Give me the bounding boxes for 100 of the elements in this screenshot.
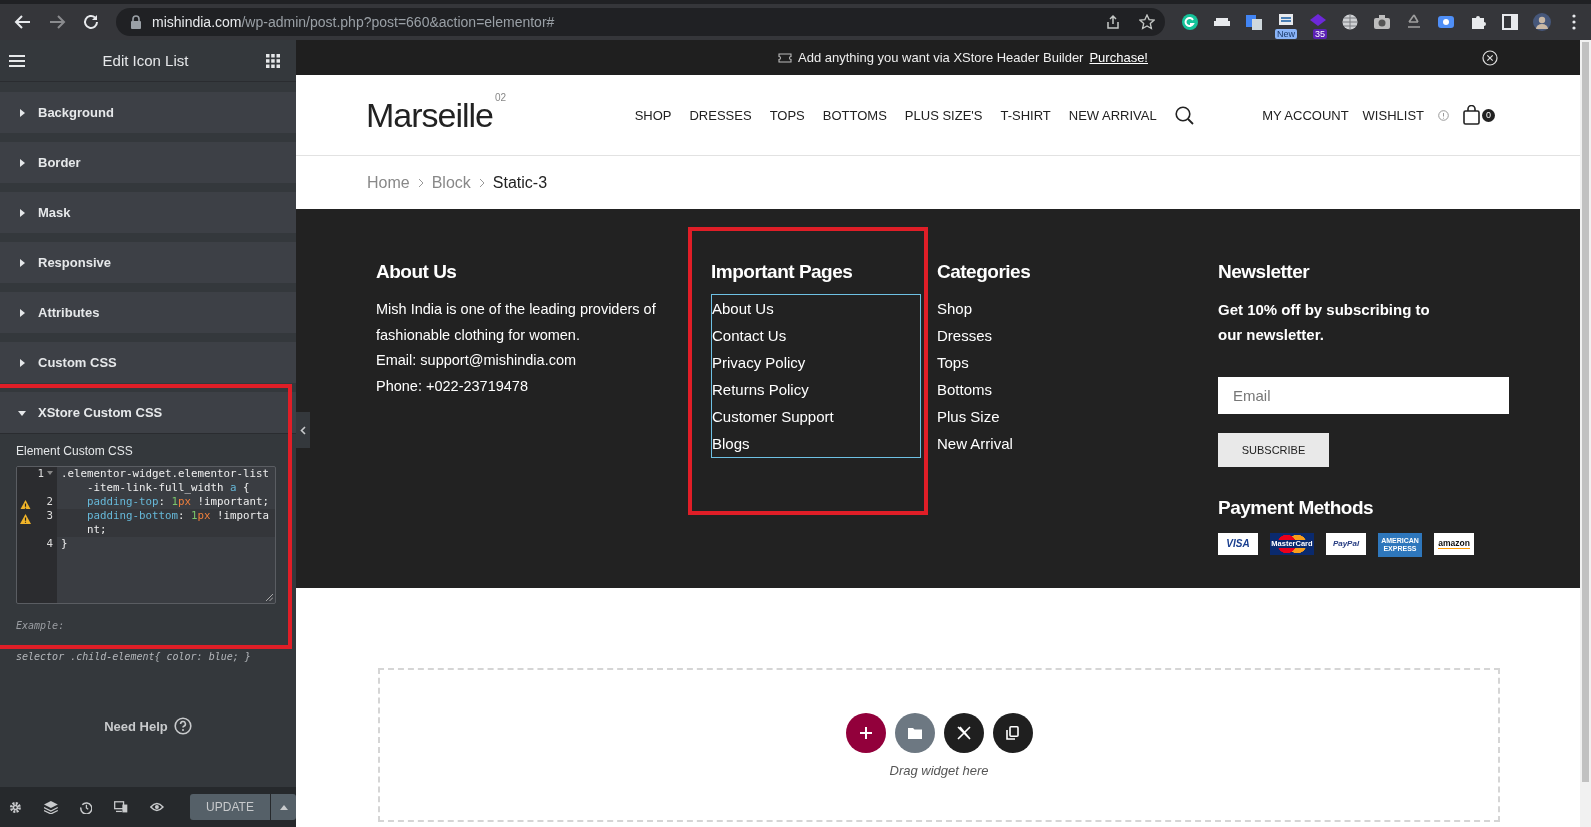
drop-hint: Drag widget here (889, 762, 989, 778)
section-header[interactable]: Background (0, 92, 296, 133)
footer-link[interactable]: About Us (712, 295, 920, 322)
add-template-button[interactable] (894, 712, 935, 753)
screen-icon[interactable] (1437, 13, 1455, 31)
column-heading: Payment Methods (1218, 497, 1375, 519)
history-icon[interactable] (79, 800, 93, 814)
translate-icon[interactable] (1245, 13, 1263, 31)
update-button[interactable]: UPDATE (190, 794, 270, 820)
address-bar[interactable]: mishindia.com/wp-admin/post.php?post=660&action=elementor# (116, 8, 1165, 36)
drop-zone[interactable]: Drag widget here (378, 668, 1500, 822)
column-heading: Categories (937, 261, 1032, 283)
example-label: Example: (16, 620, 66, 631)
nav-link[interactable]: TOPS (769, 107, 805, 123)
help-icon[interactable] (173, 717, 192, 735)
footer-link[interactable]: Plus Size (937, 403, 1218, 430)
line-number: 4 (46, 537, 53, 551)
column-heading: Newsletter (1218, 261, 1311, 283)
line-number: 2 (46, 495, 53, 509)
contact-email: Email: support@mishindia.com (376, 351, 578, 370)
paste-button[interactable] (992, 712, 1033, 753)
puzzle-icon[interactable] (1469, 13, 1487, 31)
purchase-link[interactable]: Purchase! (1089, 50, 1148, 65)
line-number: 3 (46, 509, 53, 523)
caret-icon (18, 358, 26, 367)
section-header[interactable]: Attributes (0, 292, 296, 333)
reload-icon[interactable] (82, 13, 100, 31)
code-line: .elementor-widget.elementor-list-item-link-full_width a { (60, 467, 270, 495)
nav-link[interactable]: PLUS SIZE'S (904, 107, 983, 123)
add-section-button[interactable] (845, 712, 886, 753)
footer-link[interactable]: New Arrival (937, 430, 1218, 457)
caret-icon (18, 208, 26, 217)
ticket-icon (778, 52, 792, 63)
footer-link[interactable]: Dresses (937, 322, 1218, 349)
back-icon[interactable] (14, 13, 32, 31)
line-number: 1 (37, 467, 44, 481)
extension-badge: 35 (1313, 29, 1327, 39)
breadcrumb-link[interactable]: Block (431, 173, 471, 192)
xstore-button[interactable] (943, 712, 984, 753)
breadcrumb-link[interactable]: Home (367, 173, 410, 192)
about-text: Mish India is one of the leading providers of fashionable clothing for women. (376, 300, 657, 345)
grid-icon[interactable] (266, 53, 280, 68)
update-options-button[interactable] (271, 794, 296, 820)
side-panel-icon[interactable] (1501, 13, 1519, 31)
wishlist-link[interactable]: WISHLIST (1362, 107, 1424, 123)
fold-icon[interactable] (47, 471, 53, 476)
caret-icon (279, 804, 288, 810)
eye-icon[interactable] (150, 802, 164, 812)
layers-icon[interactable] (43, 800, 58, 814)
code-editor[interactable]: 1 .elementor-widget.elementor-list-item-link-full_width a { 2 padding-top: 1px !important; 3 padding-bottom: 1px !important; 4 } (16, 466, 276, 604)
footer-link[interactable]: Shop (937, 295, 1218, 322)
chevron-icon (417, 177, 424, 188)
footer-link[interactable]: Contact Us (712, 322, 920, 349)
info-icon (1438, 109, 1449, 121)
nav-link[interactable]: BOTTOMS (822, 107, 887, 123)
forward-icon[interactable] (48, 13, 66, 31)
nav-link[interactable]: DRESSES (689, 107, 752, 123)
camera-icon[interactable] (1373, 13, 1391, 31)
star-icon[interactable] (1139, 14, 1155, 30)
footer-link[interactable]: Tops (937, 349, 1218, 376)
caret-icon (18, 158, 26, 167)
breadcrumb-link[interactable]: Static-3 (492, 173, 548, 192)
avatar-icon[interactable] (1533, 13, 1551, 31)
section-header[interactable]: XStore Custom CSS (0, 392, 296, 434)
close-icon[interactable] (1482, 49, 1498, 66)
footer-link[interactable]: Returns Policy (712, 376, 920, 403)
footer-link[interactable]: Privacy Policy (712, 349, 920, 376)
footer-link[interactable]: Blogs (712, 430, 920, 457)
resize-grip-icon[interactable] (266, 594, 273, 601)
menu-icon[interactable] (9, 53, 25, 68)
copy-icon (1006, 725, 1019, 740)
responsive-icon[interactable] (114, 801, 129, 813)
section-header[interactable]: Responsive (0, 242, 296, 283)
chevron-icon (300, 425, 306, 435)
nav-link[interactable]: NEW ARRIVAL (1068, 107, 1157, 123)
caret-icon (18, 308, 26, 317)
cross-icon (956, 725, 971, 740)
nav-link[interactable]: T-SHIRT (1000, 107, 1051, 123)
search-icon[interactable] (1174, 105, 1194, 125)
section-header[interactable]: Custom CSS (0, 342, 296, 383)
subscribe-button[interactable]: SUBSCRIBE (1218, 433, 1329, 467)
section-header[interactable]: Mask (0, 192, 296, 233)
scrollbar[interactable] (1580, 40, 1591, 827)
settings-icon[interactable] (9, 800, 22, 814)
email-field[interactable]: Email (1218, 377, 1509, 414)
footer-link[interactable]: Bottoms (937, 376, 1218, 403)
site-logo[interactable]: Marseille$^{02}$ (366, 95, 507, 135)
shopping-bag-icon[interactable] (1463, 105, 1480, 125)
caret-icon (18, 258, 26, 267)
nav-link[interactable]: SHOP (634, 107, 672, 123)
grammarly-icon[interactable] (1181, 13, 1199, 31)
globe-icon[interactable] (1341, 13, 1359, 31)
footer-link[interactable]: Customer Support (712, 403, 920, 430)
section-header[interactable]: Border (0, 142, 296, 183)
account-link[interactable]: MY ACCOUNT (1262, 107, 1349, 123)
newsletter-text: Get 10% off by subscribing to our newsletter. (1218, 300, 1431, 345)
help-link[interactable]: Need Help (104, 718, 168, 734)
share-icon[interactable] (1105, 14, 1121, 30)
collapse-panel-button[interactable] (296, 412, 310, 448)
panel-title: Edit Icon List (101, 52, 190, 69)
